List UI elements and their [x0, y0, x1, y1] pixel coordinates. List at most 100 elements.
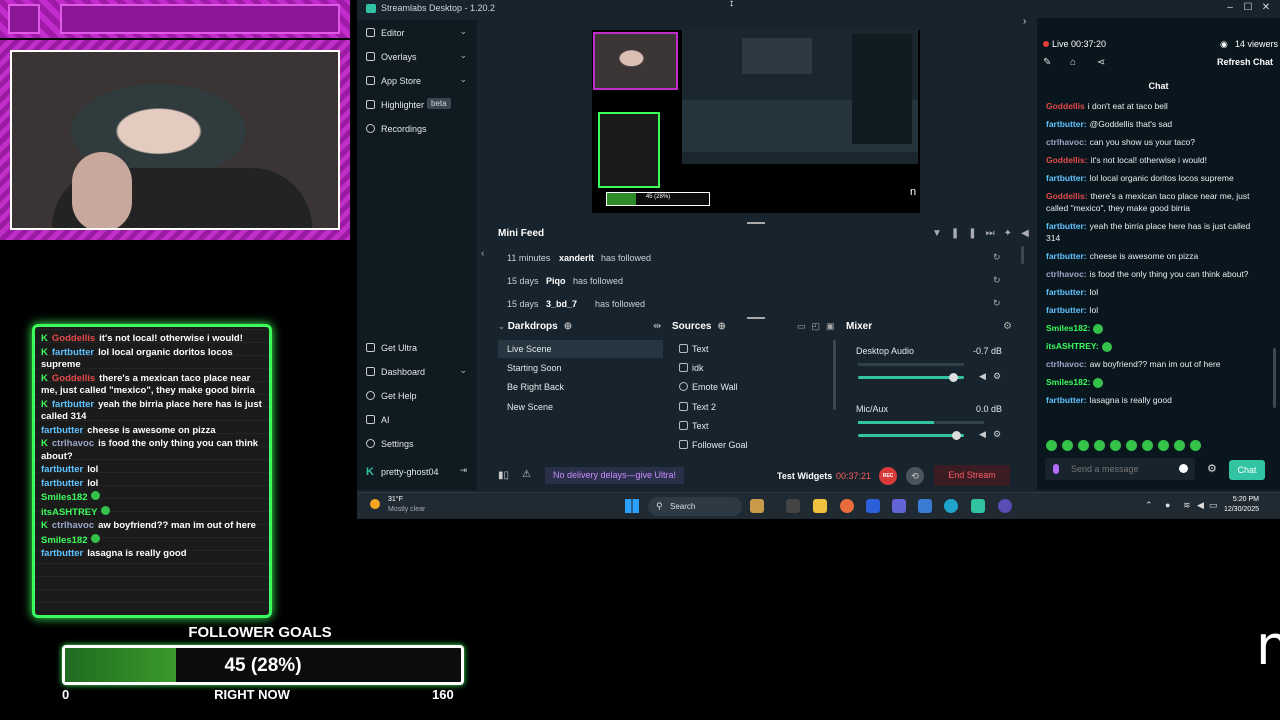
source-item[interactable]: Text — [673, 417, 833, 435]
nav-app-store[interactable]: App Store ⌄ — [357, 70, 477, 92]
quick-emote-icon[interactable] — [1158, 440, 1169, 451]
chat-username[interactable]: Goddellis — [1046, 101, 1085, 111]
emoji-picker-icon[interactable] — [1179, 464, 1188, 473]
tray-overflow-icon[interactable]: ⌃ — [1145, 500, 1153, 511]
quick-emote-icon[interactable] — [1142, 440, 1153, 451]
chevron-down-icon[interactable]: ⌄ — [459, 26, 467, 37]
wifi-icon[interactable]: ≋ — [1183, 500, 1191, 511]
quick-emote-icon[interactable] — [1110, 440, 1121, 451]
alert-icon[interactable]: ⚠ — [522, 469, 531, 480]
replay-buffer-icon[interactable]: ⟲ — [906, 467, 924, 485]
ultra-promo-banner[interactable]: No delivery delays—give Ultra! — [545, 467, 685, 484]
windows-start-icon[interactable] — [625, 499, 639, 513]
edit-icon[interactable]: ✎ — [1043, 57, 1051, 68]
minimize-icon[interactable]: – — [1223, 2, 1237, 13]
stream-preview[interactable]: 45 (28%) n — [592, 30, 920, 213]
chat-username[interactable]: ctrlhavoc: — [1046, 269, 1087, 279]
speaker-icon[interactable]: ◀ — [979, 429, 986, 440]
chat-username[interactable]: fartbutter: — [1046, 287, 1087, 297]
gear-icon[interactable]: ⚙ — [993, 371, 1001, 382]
microphone-icon[interactable] — [1053, 464, 1059, 474]
skip-icon[interactable]: ⏭ — [986, 228, 1004, 239]
nav-dashboard[interactable]: Dashboard ⌄ — [357, 361, 477, 383]
chat-username[interactable]: ctrlhavoc: — [1046, 359, 1087, 369]
microphone-tray-icon[interactable]: ● — [1165, 500, 1170, 510]
scene-item[interactable]: Be Right Back — [498, 378, 663, 396]
chat-username[interactable]: fartbutter: — [1046, 173, 1087, 183]
nav-editor[interactable]: Editor ⌄ — [357, 22, 477, 44]
resize-handle[interactable] — [747, 222, 765, 224]
pause-icon[interactable]: ❚❚ — [951, 228, 986, 239]
scene-item[interactable]: Live Scene — [498, 340, 663, 358]
streamlabs-taskbar-icon[interactable] — [971, 499, 985, 513]
speaker-icon[interactable]: ◀ — [979, 371, 986, 382]
store-icon[interactable]: ⌂ — [1070, 57, 1076, 68]
chat-scrollbar[interactable] — [1273, 348, 1276, 408]
source-item[interactable]: Text — [673, 340, 833, 358]
obs-app-icon[interactable] — [998, 499, 1012, 513]
chat-username[interactable]: itsASHTREY: — [1046, 341, 1099, 351]
quick-emote-icon[interactable] — [1094, 440, 1105, 451]
layers-icon[interactable]: ▣ — [826, 321, 841, 331]
chevron-down-icon[interactable]: ⌄ — [459, 74, 467, 85]
collapse-left-icon[interactable]: ‹ — [481, 248, 484, 259]
replay-icon[interactable]: ↻ — [993, 275, 1001, 286]
resize-handle[interactable] — [747, 317, 765, 319]
nav-recordings[interactable]: Recordings — [357, 118, 477, 140]
mute-alerts-icon[interactable]: ✦ — [1004, 228, 1021, 239]
volume-icon[interactable]: ◀ — [1021, 228, 1038, 239]
quick-emote-icon[interactable] — [1174, 440, 1185, 451]
chevron-down-icon[interactable]: ⌄ — [459, 50, 467, 61]
nav-get-help[interactable]: Get Help — [357, 385, 477, 407]
volume-slider-handle[interactable] — [951, 431, 961, 440]
volume-slider[interactable] — [858, 376, 964, 379]
add-scene-icon[interactable]: ⊕ — [564, 321, 572, 332]
chat-username[interactable]: Smiles182: — [1046, 377, 1090, 387]
maximize-icon[interactable]: ☐ — [1241, 2, 1255, 13]
send-chat-button[interactable]: Chat — [1229, 460, 1265, 480]
file-explorer-icon[interactable] — [813, 499, 827, 513]
test-widgets-button[interactable]: Test Widgets — [777, 471, 832, 481]
folder-icon[interactable]: ▭ — [797, 321, 812, 331]
filter-icon[interactable]: ▼ — [932, 228, 951, 239]
user-account[interactable]: K pretty-ghost04 ⇥ — [357, 461, 477, 483]
source-item[interactable]: Text 2 — [673, 398, 833, 416]
close-icon[interactable]: ✕ — [1259, 2, 1273, 13]
teams-icon[interactable] — [892, 499, 906, 513]
nav-settings[interactable]: Settings — [357, 433, 477, 455]
source-item[interactable]: Emote Wall — [673, 378, 833, 396]
gear-icon[interactable]: ⚙ — [993, 429, 1001, 440]
replay-icon[interactable]: ↻ — [993, 298, 1001, 309]
add-source-icon[interactable]: ⊕ — [717, 321, 725, 332]
source-item[interactable]: Follower Goal — [673, 436, 833, 454]
nav-highlighter[interactable]: Highlighter beta — [357, 94, 477, 116]
nav-get-ultra[interactable]: Get Ultra — [357, 337, 477, 359]
scene-item[interactable]: Starting Soon — [498, 359, 663, 377]
chat-username[interactable]: Smiles182: — [1046, 323, 1090, 333]
collapse-right-icon[interactable]: › — [1023, 16, 1026, 27]
terminal-app-icon[interactable] — [786, 499, 800, 513]
end-stream-button[interactable]: End Stream — [934, 465, 1010, 486]
quick-emote-icon[interactable] — [1046, 440, 1057, 451]
chevron-down-icon[interactable]: ⌄ — [459, 365, 467, 376]
widgets-app-icon[interactable] — [750, 499, 764, 513]
nav-overlays[interactable]: Overlays ⌄ — [357, 46, 477, 68]
chat-username[interactable]: fartbutter: — [1046, 251, 1087, 261]
volume-tray-icon[interactable]: ◀ — [1197, 500, 1204, 511]
replay-icon[interactable]: ↻ — [993, 252, 1001, 263]
mixer-gear-icon[interactable]: ⚙ — [1003, 321, 1012, 332]
copilot-icon[interactable] — [840, 499, 854, 513]
scene-transitions-icon[interactable]: ⇹ — [653, 321, 661, 332]
logout-icon[interactable]: ⇥ — [459, 465, 467, 476]
group-icon[interactable]: ◰ — [812, 321, 827, 331]
sources-scrollbar[interactable] — [833, 340, 836, 410]
quick-emote-icon[interactable] — [1126, 440, 1137, 451]
chat-username[interactable]: fartbutter: — [1046, 305, 1087, 315]
quick-emote-icon[interactable] — [1190, 440, 1201, 451]
refresh-chat-button[interactable]: Refresh Chat — [1217, 57, 1273, 67]
quick-emote-icon[interactable] — [1078, 440, 1089, 451]
scene-item[interactable]: New Scene — [498, 398, 663, 416]
weather-icon[interactable] — [370, 499, 380, 509]
chevron-down-icon[interactable]: ⌄ — [498, 322, 505, 331]
chat-username[interactable]: fartbutter: — [1046, 395, 1087, 405]
